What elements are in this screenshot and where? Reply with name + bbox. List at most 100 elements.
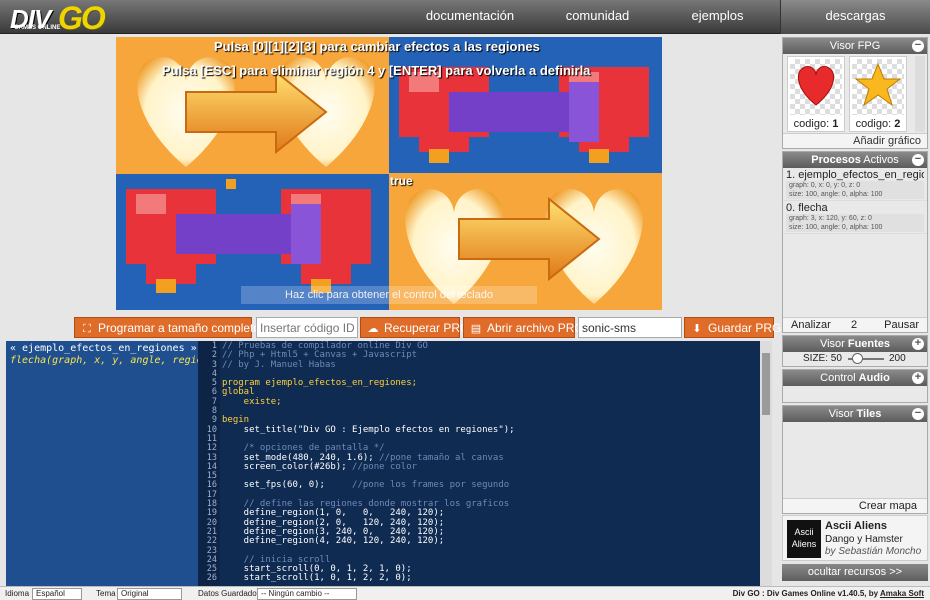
logo-subtitle: GAMES ONLINE: [14, 25, 61, 31]
code-line: // by J. Manuel Habas: [222, 359, 336, 370]
save-label: Guardar PRG: [708, 321, 782, 335]
editor-toolbar: ⛶ Programar a tamaño completo ☁ Recuperar …: [6, 317, 781, 339]
heart-icon: [797, 66, 835, 106]
star-icon: [854, 62, 902, 107]
line-number-gutter: 1 2 3 4 5 6 7 8 9 10 11 12 13 14 15 16 17 18 19 20 21 22 23 24 2…: [198, 341, 220, 586]
pixel-hearts-graphic: [399, 67, 649, 163]
nav-ejemplos[interactable]: ejemplos: [655, 0, 780, 34]
featured-game-card[interactable]: Ascii Aliens Ascii Aliens Dango y Hamster…: [782, 515, 928, 561]
control-audio-header[interactable]: Control Audio +: [783, 370, 927, 386]
procesos-panel: Procesos Activos − 1. ejemplo_efectos_en_…: [782, 151, 928, 333]
function-list[interactable]: « ejemplo_efectos_en_regiones » flecha(g…: [6, 341, 198, 586]
prg-name-input[interactable]: [578, 317, 682, 338]
fpg-graphic-2[interactable]: codigo: 2: [849, 56, 907, 132]
save-prg-button[interactable]: ⬇ Guardar PRG: [684, 317, 781, 338]
font-size-max: 200: [889, 353, 906, 364]
visor-fpg-header[interactable]: Visor FPG −: [783, 38, 927, 54]
code-editor[interactable]: « ejemplo_efectos_en_regiones » flecha(g…: [6, 341, 772, 586]
editor-scrollbar[interactable]: [760, 341, 772, 586]
credits: Div GO : Div Games Online v1.40.5, by Am…: [732, 589, 924, 598]
featured-game-author: by Sebastián Moncho: [825, 546, 922, 557]
fpg-scrollbar[interactable]: [915, 56, 925, 132]
code-line: global: [222, 387, 255, 398]
nav-descargas[interactable]: descargas: [780, 0, 930, 34]
code-line: define_region(4, 240, 120, 240, 120);: [222, 536, 445, 547]
visor-fuentes-panel: Visor Fuentes + SIZE: 50 200: [782, 335, 928, 367]
code-line: set_fps(60, 0); //pone los frames por se…: [222, 480, 510, 491]
region-1: [116, 37, 389, 173]
expand-icon[interactable]: +: [912, 372, 924, 384]
visor-tiles-panel: Visor Tiles − Crear mapa: [782, 405, 928, 514]
tema-label: Tema: [96, 589, 116, 598]
visor-fuentes-header[interactable]: Visor Fuentes +: [783, 336, 927, 352]
font-size-row: SIZE: 50 200: [783, 352, 927, 366]
open-prg-button[interactable]: ▤ Abrir archivo PRG: [463, 317, 584, 338]
idioma-label: Idioma: [5, 589, 30, 598]
crear-mapa-link[interactable]: Crear mapa: [783, 498, 927, 513]
visor-tiles-header[interactable]: Visor Tiles −: [783, 406, 927, 422]
author-link[interactable]: Amaka Soft: [880, 589, 924, 598]
function-list-flecha[interactable]: flecha(graph, x, y, angle, region: [10, 355, 198, 367]
procesos-header[interactable]: Procesos Activos −: [783, 152, 927, 168]
process-item[interactable]: 1. ejemplo_efectos_en_regio... graph: 0,…: [783, 168, 927, 201]
divgo-logo[interactable]: DIV GO GAMES ONLINE: [6, 0, 116, 36]
featured-game-title: Ascii Aliens: [825, 520, 887, 532]
expand-icon: ⛶: [83, 323, 91, 335]
fpg-graphic-1[interactable]: codigo: 1: [787, 56, 845, 132]
line-number: 26: [206, 573, 217, 584]
fullsize-button[interactable]: ⛶ Programar a tamaño completo: [74, 317, 260, 338]
fullsize-label: Programar a tamaño completo: [98, 321, 261, 335]
procesos-footer: Analizar 2 Pausar: [783, 317, 927, 332]
logo-text-go: GO: [58, 0, 106, 36]
code-line: existe;: [222, 396, 282, 407]
file-icon: ▤: [470, 323, 482, 335]
ascii-aliens-logo: Ascii Aliens: [787, 520, 821, 558]
control-audio-panel: Control Audio +: [782, 369, 928, 403]
open-label: Abrir archivo PRG: [487, 321, 584, 335]
visor-fpg-panel: Visor FPG − codigo: 1 codigo: 2 Añadir gr…: [782, 37, 928, 149]
analizar-button[interactable]: Analizar: [791, 318, 831, 333]
font-size-slider[interactable]: [848, 353, 884, 364]
code-line: program ejemplo_efectos_en_regiones;: [222, 378, 418, 389]
hearts-arrow-graphic: [137, 57, 375, 167]
collapse-icon[interactable]: −: [912, 154, 924, 166]
status-bar: Idioma Español Tema Original Datos Guard…: [0, 586, 930, 600]
nav-documentacion[interactable]: documentación: [400, 0, 540, 34]
collapse-icon[interactable]: −: [912, 408, 924, 420]
game-flag-text: true: [390, 174, 413, 188]
font-size-label: SIZE: 50: [803, 353, 842, 364]
recover-label: Recuperar PRG: [384, 321, 470, 335]
idioma-select[interactable]: Español: [32, 588, 82, 600]
tema-select[interactable]: Original: [117, 588, 182, 600]
datos-select[interactable]: -- Ningún cambio --: [257, 588, 357, 600]
collapse-icon[interactable]: −: [912, 40, 924, 52]
datos-label: Datos Guardados: [198, 589, 261, 598]
code-line: set_title("Div GO : Ejemplo efectos en r…: [222, 424, 515, 435]
process-item[interactable]: 0. flecha graph: 3, x: 120, y: 60, z: 0 …: [783, 201, 927, 234]
keyboard-focus-hint[interactable]: Haz clic para obtener el control del tec…: [241, 286, 537, 304]
scrollbar-thumb[interactable]: [762, 353, 770, 415]
slider-handle[interactable]: [852, 353, 864, 364]
add-graphic-link[interactable]: Añadir gráfico: [783, 133, 927, 148]
cloud-download-icon: ☁: [367, 323, 379, 335]
code-id-input[interactable]: [256, 317, 358, 338]
code-text-area[interactable]: // Pruebas de compilador online Div GO//…: [222, 341, 759, 586]
process-count: 2: [851, 319, 858, 331]
game-canvas[interactable]: Pulsa [0][1][2][3] para cambiar efectos …: [116, 37, 662, 310]
top-navigation-bar: DIV GO GAMES ONLINE documentación comuni…: [0, 0, 930, 36]
nav-comunidad[interactable]: comunidad: [540, 0, 655, 34]
function-list-program[interactable]: « ejemplo_efectos_en_regiones »: [10, 343, 197, 355]
code-line: screen_color(#26b); //pone color: [222, 461, 418, 472]
game-instructions-line1: Pulsa [0][1][2][3] para cambiar efectos …: [214, 39, 540, 54]
expand-icon[interactable]: +: [912, 338, 924, 350]
visor-fpg-title: Visor FPG: [829, 40, 881, 52]
region-2: [389, 37, 662, 173]
recover-prg-button[interactable]: ☁ Recuperar PRG: [360, 317, 469, 338]
game-instructions-line2: Pulsa [ESC] para eliminar región 4 y [EN…: [162, 63, 591, 78]
hide-resources-button[interactable]: ocultar recursos >>: [782, 564, 928, 581]
download-icon: ⬇: [692, 323, 702, 335]
featured-game-subtitle: Dango y Hamster: [825, 534, 903, 545]
pausar-button[interactable]: Pausar: [884, 318, 919, 333]
code-line: start_scroll(1, 0, 1, 2, 2, 0);: [222, 573, 412, 584]
